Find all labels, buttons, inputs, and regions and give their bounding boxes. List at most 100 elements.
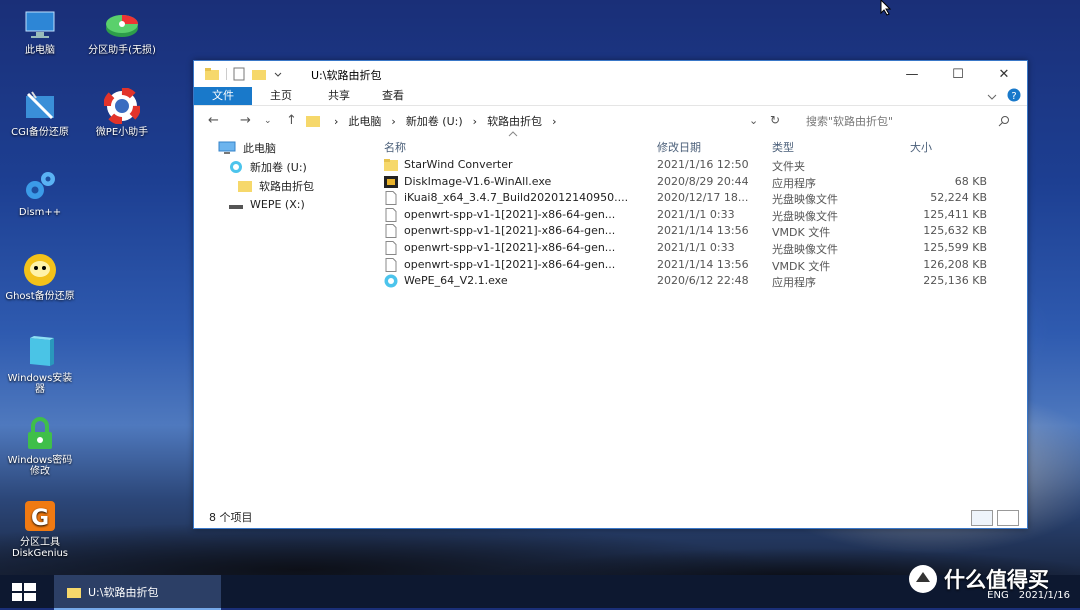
desktop-icon-ghost[interactable]: Ghost备份还原 (4, 252, 76, 302)
desktop-icon-password[interactable]: Windows密码修改 (4, 416, 76, 477)
svg-text:?: ? (1011, 91, 1016, 102)
drive-icon (229, 205, 243, 209)
disk-pie-icon (104, 6, 140, 42)
file-date: 2021/1/14 13:56 (657, 224, 749, 238)
navigation-pane: 此电脑 新加卷 (U:) 软路由折包 WEPE (X:) (194, 137, 374, 497)
up-arrow-icon[interactable]: ↑ (286, 113, 297, 128)
file-name: openwrt-spp-v1-1[2021]-x86-64-gen... (404, 257, 616, 271)
file-type: 应用程序 (772, 276, 816, 290)
tab-home[interactable]: 主页 (262, 87, 300, 105)
properties-icon[interactable] (233, 67, 245, 81)
table-row[interactable]: StarWind Converter 2021/1/16 12:50 文件夹 (382, 157, 1022, 174)
tab-share[interactable]: 共享 (320, 87, 358, 105)
folder-icon (238, 181, 252, 192)
desktop-icon-partition-assistant[interactable]: 分区助手(无损) (86, 6, 158, 56)
installer-box-icon (22, 334, 58, 370)
address-row: ← → ⌄ ↑ › 此电脑 › 新加卷 (U:) › 软路由折包 › ⌄ ↻ 搜… (194, 106, 1027, 136)
desktop-icon-dism[interactable]: Dism++ (4, 168, 76, 218)
table-row[interactable]: DiskImage-V1.6-WinAll.exe 2020/8/29 20:4… (382, 174, 1022, 191)
breadcrumb-item[interactable]: 新加卷 (U:) (406, 113, 463, 129)
help-icon[interactable]: ? (1007, 88, 1021, 102)
desktop-icon-label: 分区助手(无损) (88, 45, 156, 56)
breadcrumb-item[interactable]: 软路由折包 (487, 113, 542, 129)
file-size: 125,632 KB (923, 224, 987, 238)
file-date: 2020/6/12 22:48 (657, 274, 749, 288)
gears-icon (22, 168, 58, 204)
close-button[interactable]: ✕ (981, 61, 1027, 87)
back-arrow-icon[interactable]: ← (208, 113, 219, 128)
table-row[interactable]: openwrt-spp-v1-1[2021]-x86-64-gen... 202… (382, 240, 1022, 257)
table-row[interactable]: openwrt-spp-v1-1[2021]-x86-64-gen... 202… (382, 207, 1022, 224)
view-toggle (971, 510, 1019, 526)
large-icons-view-button[interactable] (997, 510, 1019, 526)
file-type: VMDK 文件 (772, 259, 831, 273)
nav-item-current-folder[interactable]: 软路由折包 (238, 178, 314, 194)
search-input[interactable]: 搜索"软路由折包" (800, 111, 1010, 131)
column-header-size[interactable]: 大小 (910, 139, 932, 155)
file-icon (385, 240, 397, 255)
desktop-icon-this-pc[interactable]: 此电脑 (4, 6, 76, 56)
table-row[interactable]: openwrt-spp-v1-1[2021]-x86-64-gen... 202… (382, 223, 1022, 240)
desktop-icon-windows-installer[interactable]: Windows安装器 (4, 334, 76, 395)
column-header-name[interactable]: 名称 (384, 139, 406, 155)
file-type: 应用程序 (772, 176, 816, 190)
file-name: openwrt-spp-v1-1[2021]-x86-64-gen... (404, 207, 616, 221)
chevron-down-icon[interactable] (273, 69, 283, 79)
breadcrumb[interactable]: › 此电脑 › 新加卷 (U:) › 软路由折包 › (306, 111, 784, 131)
status-bar-count: 8 个项目 (209, 511, 253, 524)
maximize-button[interactable]: ☐ (935, 61, 981, 87)
nav-item-drive-u[interactable]: 新加卷 (U:) (229, 159, 307, 175)
table-row[interactable]: WePE_64_V2.1.exe 2020/6/12 22:48 应用程序 22… (382, 273, 1022, 290)
file-icon (385, 191, 397, 206)
new-folder-icon[interactable] (251, 67, 267, 81)
column-header-date[interactable]: 修改日期 (657, 139, 701, 155)
column-header-type[interactable]: 类型 (772, 139, 794, 155)
chevron-down-icon[interactable] (987, 93, 997, 101)
breadcrumb-item[interactable]: 此电脑 (348, 113, 381, 129)
watermark: 什么值得买 (908, 564, 1049, 594)
folder-icon (384, 159, 398, 171)
file-size: 68 KB (954, 174, 987, 188)
cgi-icon (22, 88, 58, 124)
minimize-button[interactable]: — (889, 61, 935, 87)
desktop-icon-wepe-helper[interactable]: 微PE小助手 (86, 87, 158, 138)
windows-start-icon[interactable] (12, 583, 36, 601)
file-type: 光盘映像文件 (772, 193, 838, 207)
search-icon (998, 116, 1009, 127)
taskbar-item-explorer[interactable]: U:\软路由折包 (54, 575, 221, 610)
tab-view[interactable]: 查看 (374, 87, 412, 105)
tab-file[interactable]: 文件 (194, 87, 252, 105)
address-dropdown-icon[interactable]: ⌄ (749, 114, 758, 127)
folder-icon (306, 116, 320, 127)
file-name: WePE_64_V2.1.exe (404, 274, 508, 288)
file-date: 2020/8/29 20:44 (657, 174, 749, 188)
table-row[interactable]: openwrt-spp-v1-1[2021]-x86-64-gen... 202… (382, 257, 1022, 274)
desktop-icon-diskgenius[interactable]: G 分区工具DiskGenius (4, 498, 76, 559)
title-bar[interactable]: U:\软路由折包 — ☐ ✕ (194, 61, 1027, 87)
nav-item-drive-x[interactable]: WEPE (X:) (229, 197, 305, 211)
nav-item-label: WEPE (X:) (250, 197, 305, 211)
table-row[interactable]: iKuai8_x64_3.4.7_Build202012140950.... 2… (382, 190, 1022, 207)
file-type: 光盘映像文件 (772, 209, 838, 223)
forward-arrow-icon[interactable]: → (240, 113, 251, 128)
desktop-icon-cgi[interactable]: CGI备份还原 (4, 88, 76, 138)
diskgenius-icon: G (22, 498, 58, 534)
file-date: 2021/1/1 0:33 (657, 207, 735, 221)
file-icon (385, 224, 397, 239)
app-icon (384, 175, 398, 188)
window-controls: — ☐ ✕ (889, 61, 1027, 87)
file-list: StarWind Converter 2021/1/16 12:50 文件夹 D… (382, 157, 1022, 290)
nav-item-this-pc[interactable]: 此电脑 (218, 140, 276, 156)
file-date: 2021/1/14 13:56 (657, 257, 749, 271)
file-name: StarWind Converter (404, 158, 513, 171)
nav-item-label: 此电脑 (243, 142, 276, 155)
window-title: U:\软路由折包 (311, 69, 382, 82)
desktop-icon-label: CGI备份还原 (11, 127, 69, 138)
refresh-icon[interactable]: ↻ (770, 113, 780, 127)
details-view-button[interactable] (971, 510, 993, 526)
file-date: 2020/12/17 18... (657, 191, 749, 205)
divider (226, 68, 227, 80)
recent-chevron-icon[interactable]: ⌄ (264, 116, 272, 126)
breadcrumb-separator: › (552, 114, 557, 128)
watermark-text: 什么值得买 (944, 568, 1049, 592)
